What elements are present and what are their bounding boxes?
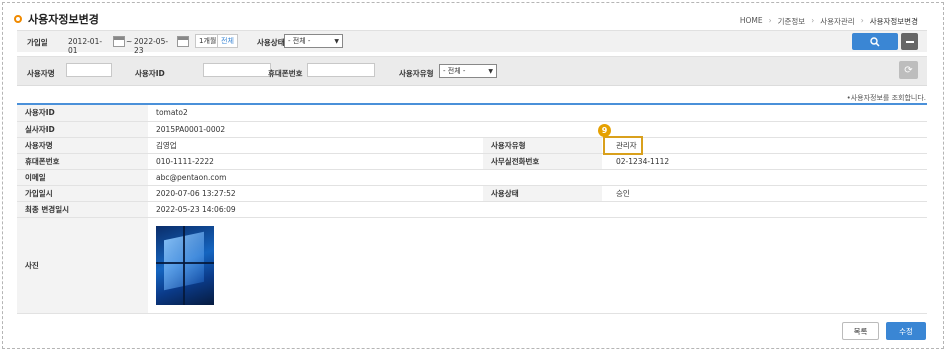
chevron-right-icon: › (860, 16, 864, 25)
usertype-select[interactable]: - 전체 - ▼ (439, 64, 497, 78)
join-date-label: 가입일 (27, 38, 48, 47)
photo-cell (148, 217, 927, 314)
photo-label: 사진 (17, 217, 148, 314)
search-button[interactable] (852, 33, 898, 50)
table-row: 사용자ID tomato2 (17, 105, 927, 122)
userid-input[interactable] (203, 63, 271, 77)
chevron-down-icon: ▼ (334, 37, 339, 45)
page-header: 사용자정보변경 (14, 11, 99, 27)
all-period-button[interactable]: 전체 (217, 34, 238, 48)
email-label: 이메일 (17, 169, 148, 186)
search-row-2: 사용자명 사용자ID 휴대폰번호 사용자유형 - 전체 - ▼ (17, 56, 927, 86)
table-row: 휴대폰번호 010-1111-2222 사무실전화번호 02-1234-1112 (17, 153, 927, 170)
actual-id-value: 2015PA0001-0002 (148, 121, 927, 138)
name-label: 사용자명 (17, 137, 148, 154)
joined-value: 2020-07-06 13:27:52 (148, 185, 483, 202)
date-to-input[interactable]: 2022-05-23 (131, 35, 179, 55)
table-row: 실사자ID 2015PA0001-0002 (17, 121, 927, 138)
mobile-value: 010-1111-2222 (148, 153, 483, 170)
table-row: 최종 변경일시 2022-05-23 14:06:09 (17, 201, 927, 218)
list-button[interactable]: 목록 (842, 322, 879, 340)
refresh-icon: ⟳ (904, 64, 913, 76)
breadcrumb: HOME › 기준정보 › 사용자관리 › 사용자정보변경 (740, 16, 918, 27)
status-detail-label: 사용상태 (483, 185, 602, 202)
hint-text: •사용자정보를 조회합니다. (846, 94, 926, 102)
status-detail-value: 승인 (602, 185, 927, 202)
phone-input[interactable] (307, 63, 375, 77)
name-value: 김영업 (148, 137, 483, 154)
table-row: 이메일 abc@pentaon.com (17, 169, 927, 186)
breadcrumb-basic[interactable]: 기준정보 (778, 16, 806, 27)
office-value: 02-1234-1112 (602, 153, 927, 170)
userid-label: 사용자ID (135, 69, 165, 78)
table-row: 사진 (17, 217, 927, 314)
annotation-marker: 9 (598, 124, 611, 137)
breadcrumb-user-mgmt[interactable]: 사용자관리 (820, 16, 855, 27)
search-icon (870, 36, 880, 47)
chevron-right-icon: › (811, 16, 815, 25)
status-select[interactable]: - 전체 - ▼ (284, 34, 343, 48)
breadcrumb-current: 사용자정보변경 (869, 17, 918, 26)
search-row-1: 가입일 2012-01-01 ~ 2022-05-23 1개월 전체 사용상태 … (17, 30, 927, 55)
page-title: 사용자정보변경 (28, 13, 99, 26)
title-bullet-icon (14, 15, 22, 23)
chevron-right-icon: › (768, 16, 772, 25)
breadcrumb-home[interactable]: HOME (740, 16, 763, 27)
modified-value: 2022-05-23 14:06:09 (148, 201, 927, 218)
type-label: 사용자유형 (483, 137, 602, 154)
username-label: 사용자명 (27, 69, 55, 78)
chevron-down-icon: ▼ (488, 67, 493, 75)
date-from-input[interactable]: 2012-01-01 (65, 35, 111, 55)
joined-label: 가입일시 (17, 185, 148, 202)
table-row: 가입일시 2020-07-06 13:27:52 사용상태 승인 (17, 185, 927, 202)
phone-label: 휴대폰번호 (268, 69, 303, 78)
collapse-button[interactable] (901, 33, 918, 50)
office-label: 사무실전화번호 (483, 153, 602, 170)
user-id-label: 사용자ID (17, 105, 148, 122)
usertype-label: 사용자유형 (399, 69, 434, 78)
calendar-icon[interactable] (113, 36, 125, 47)
actual-id-label: 실사자ID (17, 121, 148, 138)
username-input[interactable] (66, 63, 112, 77)
table-row: 사용자명 김영업 사용자유형 관리자 (17, 137, 927, 154)
type-value: 관리자 (602, 137, 927, 154)
user-detail-table: 사용자ID tomato2 실사자ID 2015PA0001-0002 사용자명… (17, 105, 927, 314)
highlight-box (603, 136, 643, 155)
email-value: abc@pentaon.com (148, 169, 927, 186)
refresh-button[interactable]: ⟳ (899, 61, 918, 79)
photo-detail (156, 261, 214, 264)
user-id-value: tomato2 (148, 105, 927, 122)
modified-label: 최종 변경일시 (17, 201, 148, 218)
mobile-label: 휴대폰번호 (17, 153, 148, 170)
status-select-value: - 전체 - (288, 37, 311, 45)
calendar-icon[interactable] (177, 36, 189, 47)
status-label: 사용상태 (257, 38, 285, 47)
edit-button[interactable]: 수정 (886, 322, 926, 340)
user-photo (156, 225, 214, 305)
usertype-select-value: - 전체 - (443, 67, 466, 75)
